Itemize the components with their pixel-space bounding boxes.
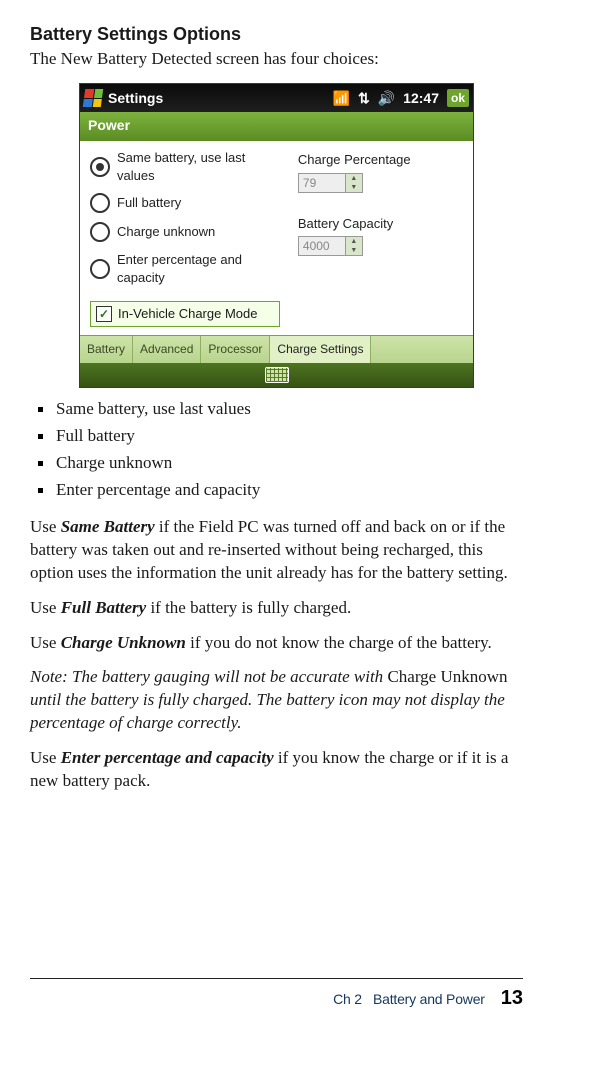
text: Battery and Power (373, 991, 485, 1007)
signal-icon: 📶 (333, 89, 350, 108)
radio-charge-unknown[interactable]: Charge unknown (90, 222, 280, 242)
text: Ch 2 (333, 991, 362, 1007)
radio-full-battery[interactable]: Full battery (90, 193, 280, 213)
right-column: Charge Percentage ▲▼ Battery Capacity ▲▼ (298, 149, 463, 327)
wm-content: Same battery, use last values Full batte… (80, 141, 473, 335)
radio-icon (90, 157, 110, 177)
bullet-list: Same battery, use last values Full batte… (30, 398, 523, 502)
ok-button[interactable]: ok (447, 89, 469, 107)
volume-icon: 🔊 (378, 89, 395, 108)
list-item: Same battery, use last values (36, 398, 523, 421)
charge-percentage-label: Charge Percentage (298, 151, 463, 169)
tab-battery[interactable]: Battery (80, 336, 133, 363)
checkbox-label: In-Vehicle Charge Mode (118, 305, 257, 323)
subheader: Power (80, 112, 473, 141)
text: Note: The battery gauging will not be ac… (30, 667, 387, 686)
radio-label: Full battery (117, 194, 181, 212)
arrow-up-icon: ▲ (346, 174, 362, 183)
clock-text: 12:47 (403, 89, 439, 108)
text: Use (30, 748, 61, 767)
charge-percentage-input (298, 173, 346, 193)
note-upright: Charge Unknown (387, 667, 507, 686)
radio-icon (90, 222, 110, 242)
footer-chapter: Ch 2 Battery and Power (333, 990, 485, 1009)
page-number: 13 (501, 985, 523, 1012)
wm-window: Settings 📶 ⇅ 🔊 12:47 ok Power Same batte… (79, 83, 474, 388)
settings-screenshot: Settings 📶 ⇅ 🔊 12:47 ok Power Same batte… (30, 83, 523, 388)
paragraph-same-battery: Use Same Battery if the Field PC was tur… (30, 516, 523, 585)
tab-processor[interactable]: Processor (201, 336, 270, 363)
intro-text: The New Battery Detected screen has four… (30, 48, 523, 71)
term-charge-unknown: Charge Unknown (61, 633, 186, 652)
tab-bar: Battery Advanced Processor Charge Settin… (80, 335, 473, 363)
in-vehicle-charge-checkbox[interactable]: ✓ In-Vehicle Charge Mode (90, 301, 280, 327)
list-item: Full battery (36, 425, 523, 448)
paragraph-enter-percentage: Use Enter percentage and capacity if you… (30, 747, 523, 793)
wm-footer (80, 363, 473, 387)
radio-label: Same battery, use last values (117, 149, 280, 184)
arrow-down-icon: ▼ (346, 183, 362, 192)
tab-charge-settings[interactable]: Charge Settings (270, 336, 371, 363)
windows-flag-icon (83, 89, 104, 107)
radio-group: Same battery, use last values Full batte… (90, 149, 280, 327)
radio-same-battery[interactable]: Same battery, use last values (90, 149, 280, 184)
keyboard-icon[interactable] (265, 367, 289, 383)
tab-advanced[interactable]: Advanced (133, 336, 201, 363)
arrow-up-icon: ▲ (346, 237, 362, 246)
arrow-down-icon: ▼ (346, 246, 362, 255)
page-footer: Ch 2 Battery and Power 13 (30, 978, 523, 1012)
connectivity-icon: ⇅ (358, 89, 370, 108)
paragraph-full-battery: Use Full Battery if the battery is fully… (30, 597, 523, 620)
battery-capacity-spinner[interactable]: ▲▼ (298, 236, 368, 256)
radio-label: Charge unknown (117, 223, 215, 241)
radio-icon (90, 259, 110, 279)
spinner-arrows: ▲▼ (346, 173, 363, 193)
paragraph-charge-unknown: Use Charge Unknown if you do not know th… (30, 632, 523, 655)
charge-percentage-spinner[interactable]: ▲▼ (298, 173, 368, 193)
text: Use (30, 633, 61, 652)
text: until the battery is fully charged. The … (30, 690, 505, 732)
section-heading: Battery Settings Options (30, 22, 523, 46)
text: if the battery is fully charged. (146, 598, 351, 617)
text: Use (30, 598, 61, 617)
spinner-arrows: ▲▼ (346, 236, 363, 256)
checkbox-icon: ✓ (96, 306, 112, 322)
term-full-battery: Full Battery (61, 598, 146, 617)
note-text: Note: The battery gauging will not be ac… (30, 666, 523, 735)
radio-enter-percentage[interactable]: Enter percentage and capacity (90, 251, 280, 286)
radio-icon (90, 193, 110, 213)
term-same-battery: Same Battery (61, 517, 155, 536)
radio-label: Enter percentage and capacity (117, 251, 280, 286)
text: Use (30, 517, 61, 536)
titlebar-text: Settings (108, 89, 163, 108)
battery-capacity-label: Battery Capacity (298, 215, 463, 233)
list-item: Charge unknown (36, 452, 523, 475)
wm-titlebar: Settings 📶 ⇅ 🔊 12:47 ok (80, 84, 473, 112)
list-item: Enter percentage and capacity (36, 479, 523, 502)
text: if you do not know the charge of the bat… (186, 633, 492, 652)
status-area: 📶 ⇅ 🔊 12:47 ok (333, 89, 469, 108)
term-enter-percentage: Enter percentage and capacity (61, 748, 274, 767)
battery-capacity-input (298, 236, 346, 256)
